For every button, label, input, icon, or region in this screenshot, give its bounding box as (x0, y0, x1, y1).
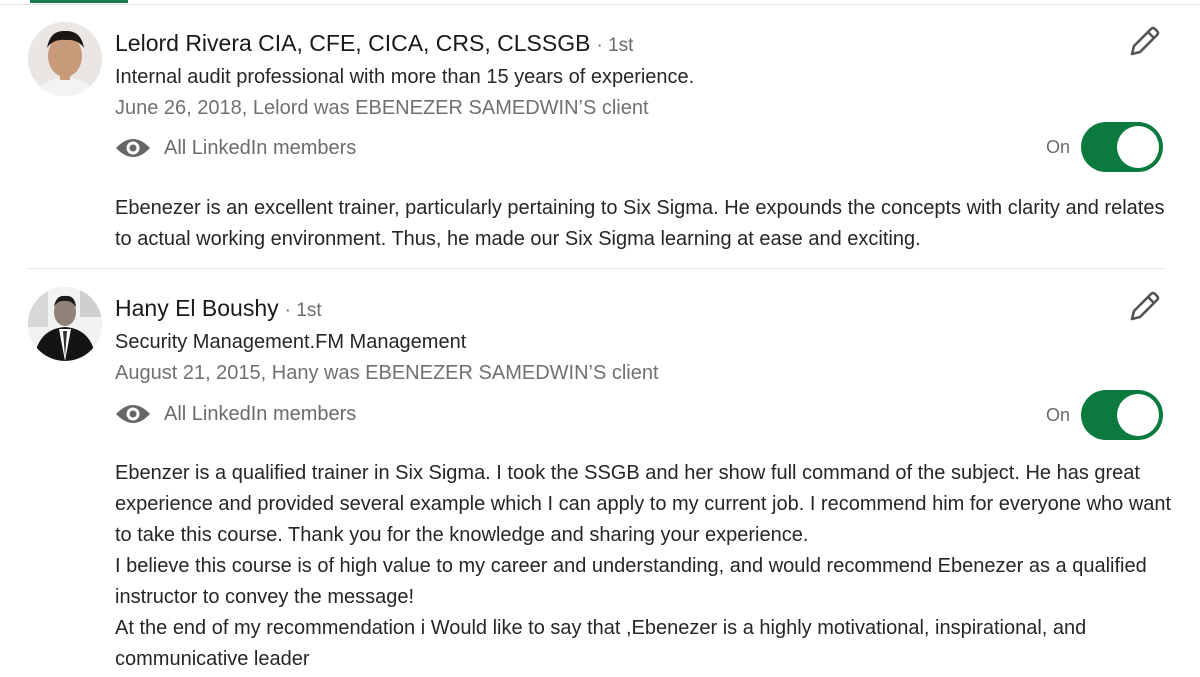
avatar[interactable] (28, 287, 102, 361)
recommendation-paragraph: Ebenzer is a qualified trainer in Six Si… (115, 462, 1172, 546)
relationship-date: August 21, 2015, Hany was EBENEZER SAMED… (115, 362, 659, 384)
member-name-line: Hany El Boushy · 1st (115, 295, 322, 322)
recommendation-text: Ebenezer is an excellent trainer, partic… (115, 193, 1175, 255)
recommendation-paragraph: I believe this course is of high value t… (115, 555, 1147, 608)
member-name-line: Lelord Rivera CIA, CFE, CICA, CRS, CLSSG… (115, 30, 633, 57)
recommendation-divider (28, 268, 1164, 269)
recommendation-paragraph: At the end of my recommendation i Would … (115, 617, 1087, 670)
relationship-date: June 26, 2018, Lelord was EBENEZER SAMED… (115, 97, 649, 119)
toggle-knob (1117, 126, 1159, 168)
connection-degree: · 1st (596, 35, 634, 56)
avatar[interactable] (28, 22, 102, 96)
recommendation-text: Ebenzer is a qualified trainer in Six Si… (115, 458, 1175, 675)
member-name[interactable]: Hany El Boushy (115, 295, 279, 321)
visibility-label: All LinkedIn members (164, 136, 357, 159)
top-divider (0, 4, 1200, 5)
recommendations-page: Lelord Rivera CIA, CFE, CICA, CRS, CLSSG… (0, 0, 1200, 677)
toggle-status-label: On (1046, 405, 1071, 425)
pencil-icon[interactable] (1126, 289, 1162, 325)
active-tab-indicator (30, 0, 128, 3)
visibility-label: All LinkedIn members (164, 402, 357, 425)
recommendation-paragraph: Ebenezer is an excellent trainer, partic… (115, 197, 1165, 250)
visibility-setting: All LinkedIn members (115, 400, 356, 428)
eye-icon (116, 139, 150, 157)
member-headline: Security Management.FM Management (115, 331, 467, 353)
show-recommendation-toggle[interactable] (1081, 390, 1163, 440)
connection-degree: · 1st (284, 300, 322, 321)
show-recommendation-toggle[interactable] (1081, 122, 1163, 172)
member-name[interactable]: Lelord Rivera CIA, CFE, CICA, CRS, CLSSG… (115, 30, 590, 56)
toggle-knob (1117, 394, 1159, 436)
toggle-status-label: On (1046, 137, 1071, 157)
pencil-icon[interactable] (1126, 24, 1162, 60)
visibility-setting: All LinkedIn members (115, 134, 356, 162)
member-headline: Internal audit professional with more th… (115, 66, 695, 88)
eye-icon (116, 405, 150, 423)
